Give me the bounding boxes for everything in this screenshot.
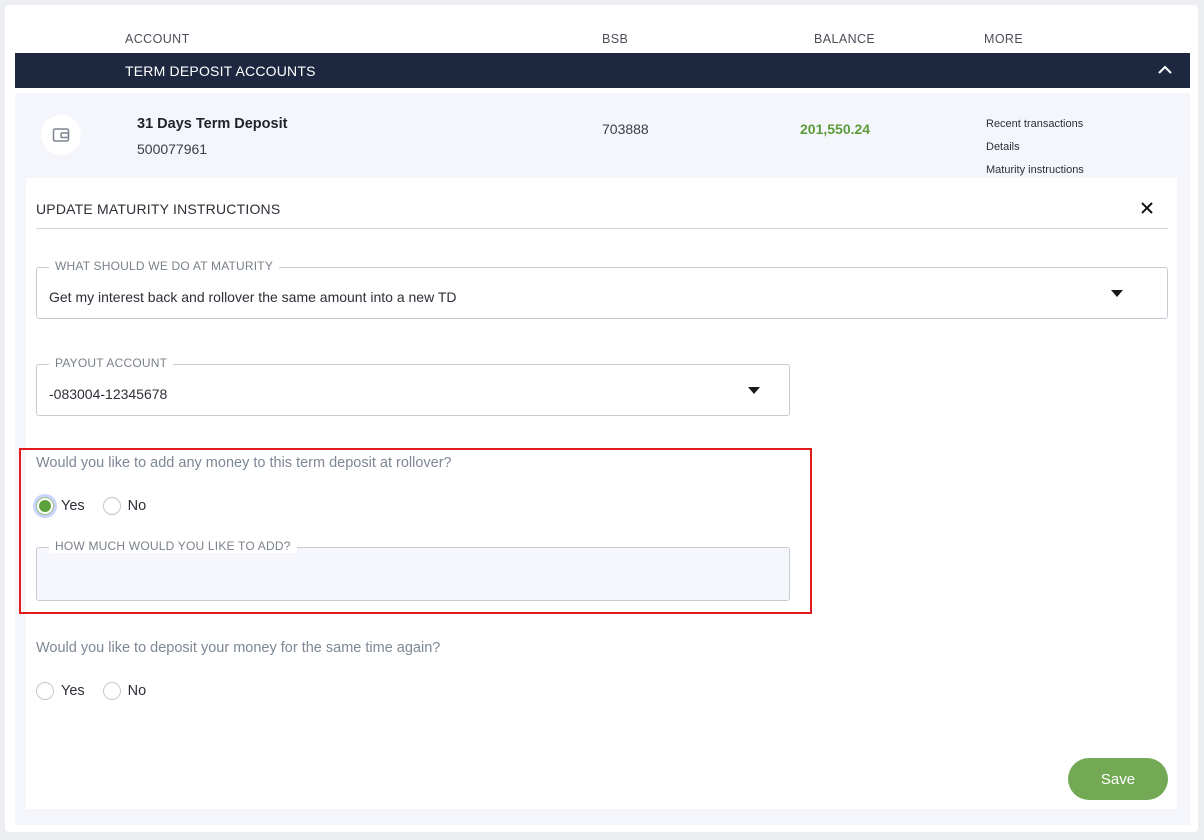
same-term-no-label[interactable]: No (128, 683, 147, 699)
panel-divider (36, 228, 1168, 229)
caret-down-icon[interactable] (748, 387, 760, 394)
payout-account-label: PAYOUT ACCOUNT (49, 356, 174, 370)
same-term-yes-label[interactable]: Yes (61, 683, 85, 699)
column-header-more: MORE (984, 32, 1024, 46)
section-title: TERM DEPOSIT ACCOUNTS (125, 63, 316, 79)
payout-account-select[interactable]: PAYOUT ACCOUNT -083004-12345678 (36, 356, 790, 416)
details-link[interactable]: Details (986, 141, 1020, 153)
column-header-account: ACCOUNT (125, 32, 190, 46)
recent-transactions-link[interactable]: Recent transactions (986, 118, 1083, 130)
maturity-action-label: WHAT SHOULD WE DO AT MATURITY (49, 259, 280, 273)
panel-title: UPDATE MATURITY INSTRUCTIONS (36, 201, 281, 217)
account-name: 31 Days Term Deposit (137, 116, 288, 132)
highlight-box (19, 448, 812, 614)
column-header-balance: BALANCE (814, 32, 876, 46)
maturity-instructions-link[interactable]: Maturity instructions (986, 164, 1084, 176)
account-number: 500077961 (137, 141, 208, 157)
same-term-yes-radio[interactable] (36, 682, 54, 700)
maturity-action-value: Get my interest back and rollover the sa… (49, 289, 457, 305)
same-term-radio-group: Yes No (36, 682, 164, 700)
same-term-no-radio[interactable] (102, 682, 121, 700)
caret-down-icon[interactable] (1111, 290, 1123, 297)
maturity-action-select[interactable]: WHAT SHOULD WE DO AT MATURITY Get my int… (36, 259, 1168, 319)
wallet-icon (41, 115, 81, 155)
payout-account-value: -083004-12345678 (49, 386, 168, 402)
chevron-up-icon[interactable] (1156, 61, 1174, 79)
account-balance: 201,550.24 (800, 121, 871, 137)
same-term-question: Would you like to deposit your money for… (36, 640, 441, 656)
column-header-bsb: BSB (602, 32, 629, 46)
account-bsb: 703888 (602, 121, 649, 137)
term-deposit-section-header[interactable]: TERM DEPOSIT ACCOUNTS (15, 53, 1190, 88)
close-icon[interactable] (1139, 200, 1155, 216)
save-button[interactable]: Save (1068, 758, 1168, 800)
